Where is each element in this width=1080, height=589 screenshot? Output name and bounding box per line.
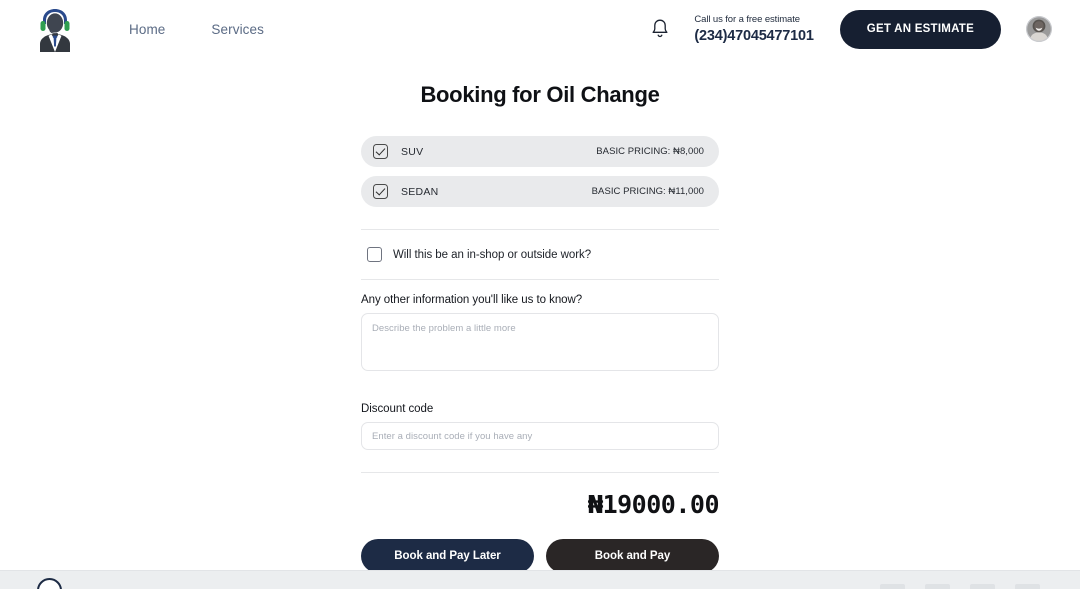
vehicle-label-suv: SUV	[401, 145, 424, 158]
vehicle-price-sedan: BASIC PRICING: ₦11,000	[591, 186, 704, 197]
book-and-pay-button[interactable]: Book and Pay	[546, 539, 719, 573]
booking-form: SUV BASIC PRICING: ₦8,000 SEDAN BASIC PR…	[361, 108, 720, 573]
vehicle-price-suv: BASIC PRICING: ₦8,000	[596, 146, 704, 157]
nav-item-services[interactable]: Services	[211, 22, 264, 37]
total-amount: ₦19000.00	[588, 490, 719, 519]
book-and-pay-later-button[interactable]: Book and Pay Later	[361, 539, 534, 573]
footer-placeholder-item	[925, 584, 950, 589]
main-nav: Home Services	[129, 22, 264, 37]
other-info-label: Any other information you'll like us to …	[361, 294, 583, 306]
vehicle-option-suv[interactable]: SUV BASIC PRICING: ₦8,000	[361, 136, 719, 167]
work-location-checkbox[interactable]	[367, 247, 382, 262]
footer-placeholder-item	[1015, 584, 1040, 589]
call-us-phone-number[interactable]: (234)47045477101	[694, 27, 814, 45]
nav-item-home[interactable]: Home	[129, 22, 165, 37]
other-info-group: Any other information you'll like us to …	[361, 280, 719, 376]
vehicle-label-sedan: SEDAN	[401, 185, 439, 198]
vehicle-checkbox-sedan[interactable]	[373, 184, 388, 199]
discount-code-input[interactable]	[361, 422, 719, 450]
site-footer	[0, 570, 1080, 589]
support-agent-logo-icon[interactable]	[33, 6, 77, 52]
user-avatar[interactable]	[1026, 16, 1052, 42]
get-an-estimate-button[interactable]: GET AN ESTIMATE	[839, 9, 1001, 49]
notification-bell-icon[interactable]	[650, 18, 670, 40]
call-us-label: Call us for a free estimate	[694, 13, 800, 25]
work-location-row[interactable]: Will this be an in-shop or outside work?	[361, 230, 719, 279]
footer-logo-icon[interactable]	[37, 578, 62, 589]
main-content: Booking for Oil Change SUV BASIC PRICING…	[0, 58, 1080, 573]
vehicle-checkbox-suv[interactable]	[373, 144, 388, 159]
form-actions: Book and Pay Later Book and Pay	[361, 519, 719, 573]
header-actions: Call us for a free estimate (234)4704547…	[650, 9, 1052, 49]
footer-placeholder-item	[880, 584, 905, 589]
call-us-block: Call us for a free estimate (234)4704547…	[694, 13, 814, 45]
page-title: Booking for Oil Change	[420, 82, 660, 107]
work-location-label: Will this be an in-shop or outside work?	[393, 248, 592, 261]
vehicle-option-sedan[interactable]: SEDAN BASIC PRICING: ₦11,000	[361, 176, 719, 207]
other-info-textarea[interactable]	[361, 313, 719, 371]
site-header: Home Services Call us for a free estimat…	[0, 0, 1080, 58]
discount-code-label: Discount code	[361, 403, 434, 415]
footer-placeholder-item	[970, 584, 995, 589]
discount-code-group: Discount code	[361, 389, 719, 450]
